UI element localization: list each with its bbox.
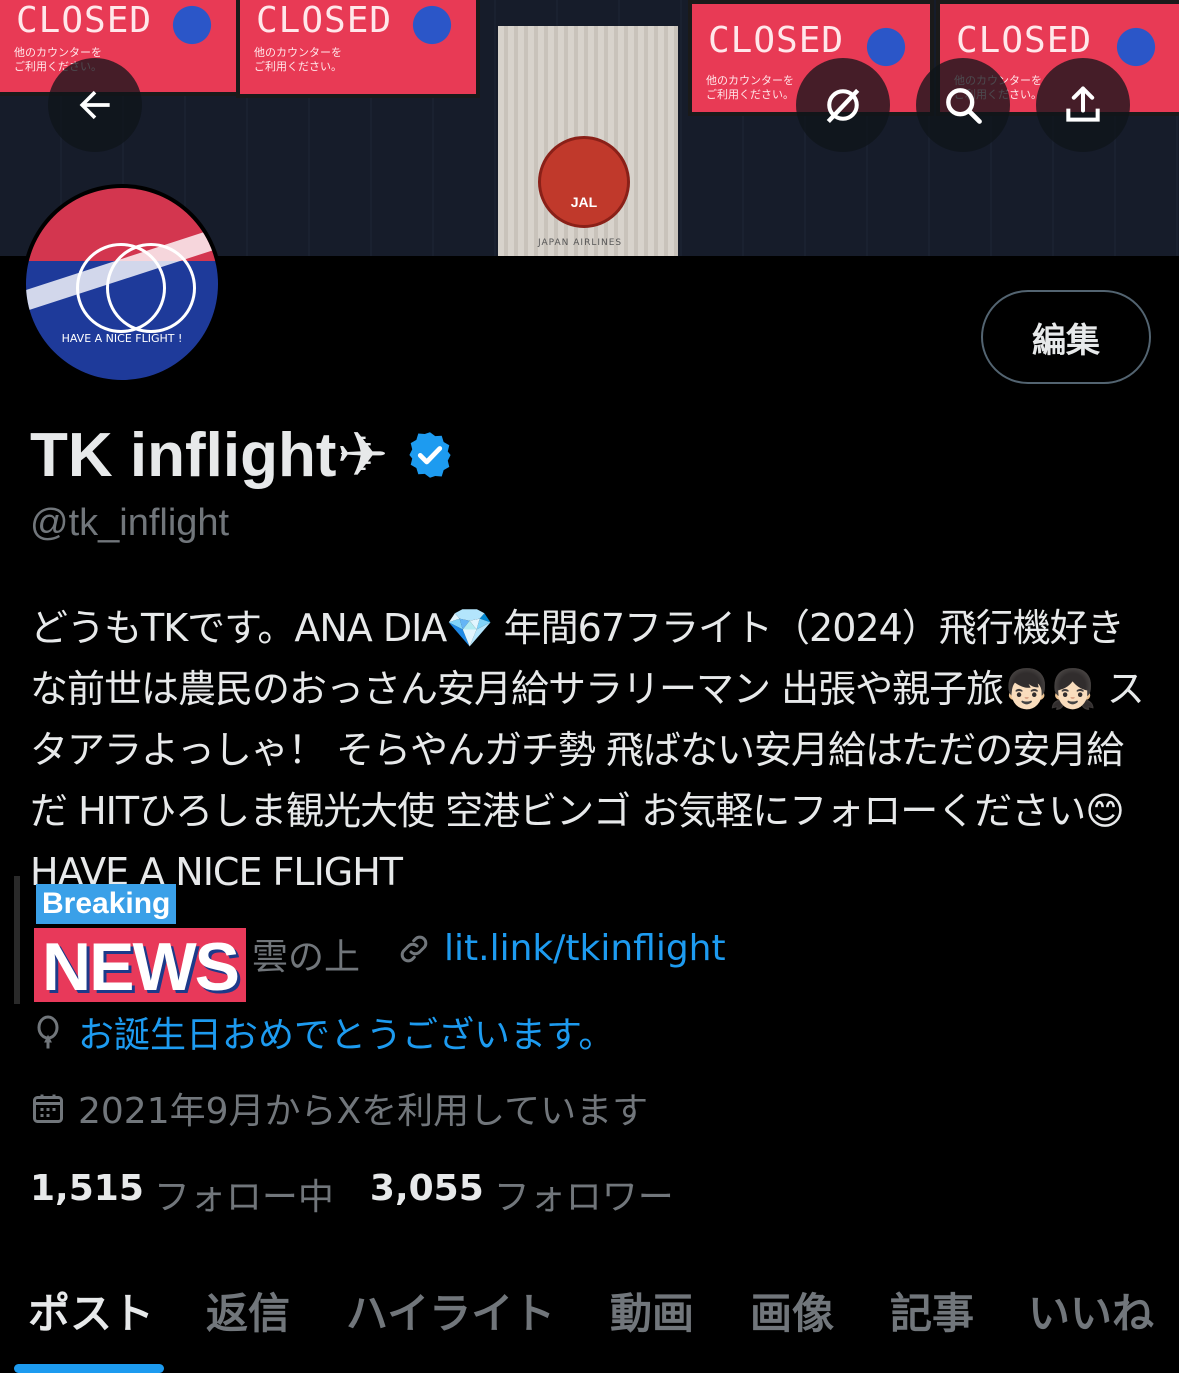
join-date-text: 2021年9月からXを利用しています [78, 1091, 649, 1132]
jal-logo-subtext: JAPAN AIRLINES [538, 238, 623, 248]
sign-closed-text: CLOSED [956, 20, 1093, 61]
balloon-icon [37, 1015, 59, 1049]
breaking-news-sticker: Breaking NEWS [14, 876, 264, 1005]
sign-sub-text: 他のカウンターを ご利用ください。 [706, 74, 794, 101]
user-handle: @tk_inflight [30, 502, 230, 544]
sign-closed-text: CLOSED [708, 20, 845, 61]
back-button[interactable] [48, 58, 142, 152]
profile-tabs: ポスト 返信 ハイライト 動画 画像 記事 いいね [0, 1276, 1179, 1373]
followers-label: フォロワー [493, 1177, 674, 1218]
share-icon [1066, 86, 1100, 122]
display-name-row: TK inflight✈︎ [30, 418, 456, 491]
tab-videos[interactable]: 動画 [610, 1280, 694, 1341]
news-label: NEWS [34, 928, 246, 1005]
tab-articles[interactable]: 記事 [890, 1280, 974, 1341]
tab-likes[interactable]: いいね [1028, 1280, 1154, 1341]
profile-bio: どうもTKです。ANA DIA💎 年間67フライト（2024）飛行機好きな前世は… [30, 606, 1145, 894]
website-row[interactable]: lit.link/tkinflight [396, 928, 726, 969]
jal-logo-text: JAL [570, 194, 598, 210]
verified-badge-icon[interactable] [404, 429, 456, 481]
website-link[interactable]: lit.link/tkinflight [444, 928, 726, 969]
birthday-text[interactable]: お誕生日おめでとうございます。 [78, 1006, 614, 1058]
follow-stats: 1,515 フォロー中 3,055 フォロワー [30, 1168, 710, 1220]
avatar-text: HAVE A NICE FLIGHT ! [61, 332, 183, 345]
link-icon [400, 935, 428, 962]
arrow-left-icon [79, 90, 110, 120]
search-icon [946, 88, 982, 124]
location-row: 雲の上 [252, 928, 360, 980]
following-count: 1,515 [30, 1168, 144, 1209]
tab-replies[interactable]: 返信 [206, 1280, 290, 1341]
birthday-row[interactable]: お誕生日おめでとうございます。 [30, 1006, 614, 1058]
display-name: TK inflight✈︎ [30, 421, 389, 490]
breaking-label: Breaking [36, 884, 177, 924]
tab-highlights[interactable]: ハイライト [346, 1280, 555, 1341]
tab-posts[interactable]: ポスト [28, 1280, 154, 1341]
grok-icon [826, 88, 860, 124]
following-link[interactable]: 1,515 フォロー中 [30, 1168, 370, 1220]
mascot-image [170, 4, 214, 74]
jal-logo: JAL [538, 136, 630, 228]
tab-images[interactable]: 画像 [750, 1280, 834, 1341]
join-date-row: 2021年9月からXを利用しています [30, 1082, 648, 1134]
grok-button[interactable] [796, 58, 890, 152]
search-button[interactable] [916, 58, 1010, 152]
sign-closed-text: CLOSED [16, 0, 153, 41]
globe-icon [106, 243, 196, 333]
closed-sign: CLOSED 他のカウンターを ご利用ください。 [236, 0, 480, 98]
mascot-image [410, 4, 454, 74]
active-tab-indicator [14, 1364, 164, 1373]
profile-avatar[interactable]: HAVE A NICE FLIGHT ! [22, 184, 222, 384]
followers-link[interactable]: 3,055 フォロワー [370, 1168, 710, 1220]
calendar-icon [33, 1094, 63, 1123]
jal-door: JAL JAPAN AIRLINES [498, 26, 678, 256]
sticker-edge [14, 876, 20, 1004]
location-text: 雲の上 [252, 937, 361, 978]
share-button[interactable] [1036, 58, 1130, 152]
sign-closed-text: CLOSED [256, 0, 393, 41]
followers-count: 3,055 [369, 1168, 484, 1209]
sign-sub-text: 他のカウンターを ご利用ください。 [254, 46, 342, 73]
avatar-image: HAVE A NICE FLIGHT ! [26, 188, 218, 380]
edit-profile-button[interactable]: 編集 [981, 290, 1151, 384]
following-label: フォロー中 [153, 1177, 334, 1218]
